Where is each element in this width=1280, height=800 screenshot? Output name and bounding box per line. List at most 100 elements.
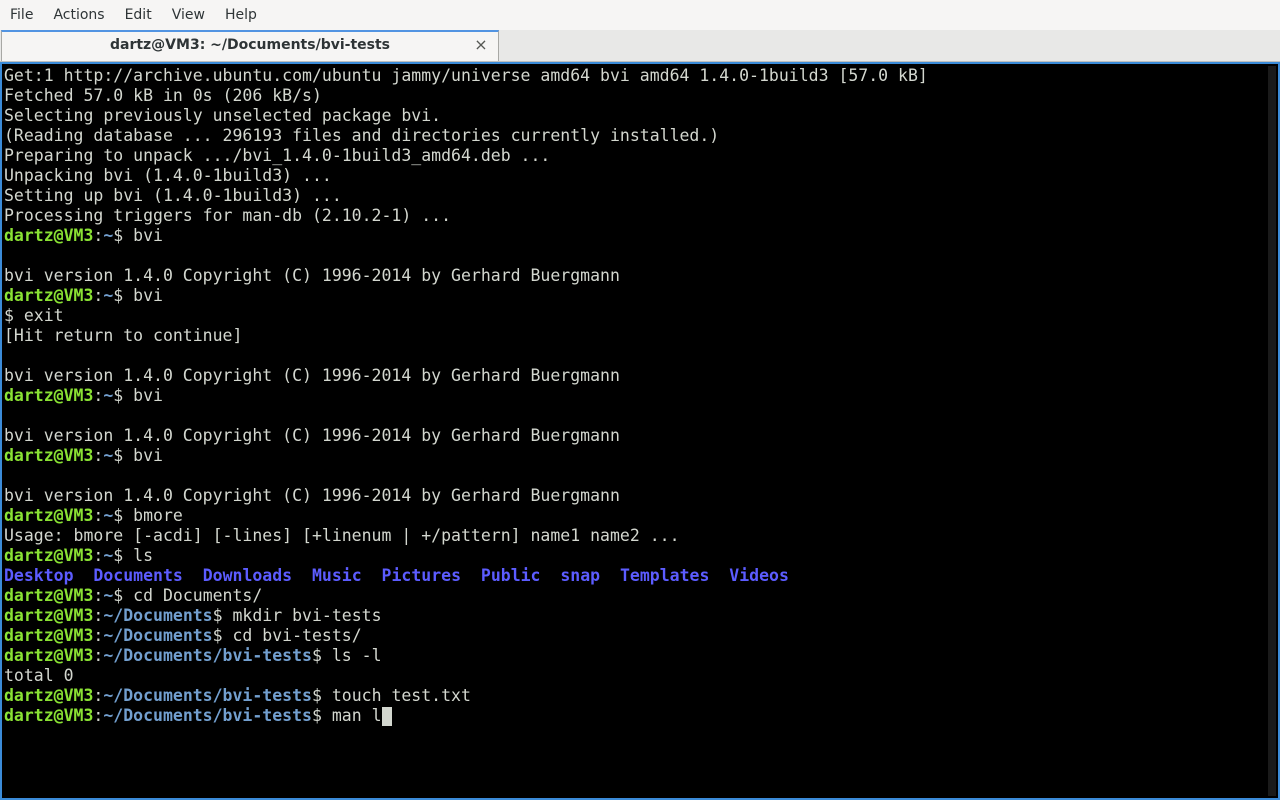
- prompt-separator: :: [93, 446, 104, 465]
- prompt-command: bvi: [123, 226, 163, 245]
- prompt-symbol: $: [311, 686, 322, 705]
- prompt-symbol: $: [212, 606, 223, 625]
- prompt-user: dartz@VM3: [4, 446, 94, 465]
- prompt-separator: :: [93, 686, 104, 705]
- prompt-separator: :: [93, 286, 104, 305]
- menu-edit[interactable]: Edit: [115, 0, 162, 30]
- terminal-output-line: [Hit return to continue]: [4, 326, 243, 345]
- prompt-path: ~/Documents: [103, 626, 213, 645]
- prompt-user: dartz@VM3: [4, 286, 94, 305]
- prompt-user: dartz@VM3: [4, 646, 94, 665]
- prompt-path: ~: [103, 446, 114, 465]
- terminal-prompt-line: dartz@VM3:~/Documents$ mkdir bvi-tests: [4, 606, 928, 626]
- terminal-prompt-line: dartz@VM3:~$ bvi: [4, 446, 928, 466]
- prompt-user: dartz@VM3: [4, 226, 94, 245]
- prompt-command: touch test.txt: [321, 686, 471, 705]
- prompt-command: cd Documents/: [123, 586, 263, 605]
- terminal-output-line: bvi version 1.4.0 Copyright (C) 1996-201…: [4, 486, 620, 505]
- prompt-command: cd bvi-tests/: [222, 626, 362, 645]
- text-cursor: [381, 707, 392, 726]
- directory-entry: Templates: [620, 566, 710, 585]
- prompt-symbol: $: [113, 286, 124, 305]
- prompt-command: ls: [123, 546, 154, 565]
- prompt-path: ~: [103, 546, 114, 565]
- ls-output-line: Desktop Documents Downloads Music Pictur…: [4, 566, 928, 586]
- directory-entry: snap: [560, 566, 601, 585]
- prompt-path: ~: [103, 226, 114, 245]
- terminal-output-line: Setting up bvi (1.4.0-1build3) ...: [4, 186, 342, 205]
- directory-entry: Public: [480, 566, 541, 585]
- menu-view[interactable]: View: [162, 0, 215, 30]
- terminal-tab[interactable]: dartz@VM3: ~/Documents/bvi-tests ×: [1, 30, 499, 61]
- menu-bar: File Actions Edit View Help: [0, 0, 1280, 30]
- terminal-prompt-line: dartz@VM3:~$ bvi: [4, 386, 928, 406]
- prompt-command: bvi: [123, 286, 163, 305]
- prompt-path: ~/Documents/bvi-tests: [103, 706, 312, 725]
- prompt-user: dartz@VM3: [4, 706, 94, 725]
- close-icon[interactable]: ×: [472, 36, 490, 54]
- terminal-prompt-line: dartz@VM3:~$ bvi: [4, 226, 928, 246]
- prompt-user: dartz@VM3: [4, 606, 94, 625]
- directory-entry: Pictures: [381, 566, 462, 585]
- prompt-path: ~: [103, 506, 114, 525]
- prompt-symbol: $: [311, 646, 322, 665]
- prompt-command: bvi: [123, 386, 163, 405]
- tab-title: dartz@VM3: ~/Documents/bvi-tests: [109, 37, 391, 53]
- terminal-output-line: $ exit: [4, 306, 64, 325]
- terminal-prompt-line: dartz@VM3:~$ cd Documents/: [4, 586, 928, 606]
- prompt-path: ~/Documents/bvi-tests: [103, 646, 312, 665]
- terminal-output-line: bvi version 1.4.0 Copyright (C) 1996-201…: [4, 366, 620, 385]
- terminal-output-line: Fetched 57.0 kB in 0s (206 kB/s): [4, 86, 322, 105]
- prompt-user: dartz@VM3: [4, 506, 94, 525]
- terminal-prompt-line: dartz@VM3:~/Documents$ cd bvi-tests/: [4, 626, 928, 646]
- prompt-path: ~/Documents: [103, 606, 213, 625]
- directory-entry: Videos: [729, 566, 789, 585]
- terminal-output-line: Preparing to unpack .../bvi_1.4.0-1build…: [4, 146, 551, 165]
- terminal-view[interactable]: Get:1 http://archive.ubuntu.com/ubuntu j…: [0, 62, 1280, 800]
- terminal-output-line: (Reading database ... 296193 files and d…: [4, 126, 720, 145]
- directory-entry: Music: [311, 566, 362, 585]
- prompt-symbol: $: [113, 506, 124, 525]
- tab-bar: dartz@VM3: ~/Documents/bvi-tests ×: [0, 30, 1280, 62]
- menu-help[interactable]: Help: [215, 0, 267, 30]
- prompt-command: ls -l: [321, 646, 382, 665]
- prompt-separator: :: [93, 386, 104, 405]
- prompt-separator: :: [93, 646, 104, 665]
- terminal-prompt-line: dartz@VM3:~$ bmore: [4, 506, 928, 526]
- prompt-symbol: $: [113, 586, 124, 605]
- prompt-separator: :: [93, 586, 104, 605]
- prompt-separator: :: [93, 506, 104, 525]
- prompt-path: ~: [103, 286, 114, 305]
- terminal-prompt-line: dartz@VM3:~$ bvi: [4, 286, 928, 306]
- prompt-symbol: $: [113, 546, 124, 565]
- prompt-separator: :: [93, 706, 104, 725]
- scrollbar[interactable]: [1268, 66, 1276, 796]
- directory-entry: Downloads: [202, 566, 293, 585]
- prompt-user: dartz@VM3: [4, 386, 94, 405]
- directory-entry: Documents: [93, 566, 183, 585]
- terminal-output: Get:1 http://archive.ubuntu.com/ubuntu j…: [4, 66, 928, 726]
- prompt-symbol: $: [113, 386, 124, 405]
- terminal-prompt-line: dartz@VM3:~$ ls: [4, 546, 928, 566]
- menu-actions[interactable]: Actions: [43, 0, 114, 30]
- menu-file[interactable]: File: [0, 0, 43, 30]
- prompt-symbol: $: [212, 626, 223, 645]
- prompt-separator: :: [93, 606, 104, 625]
- terminal-output-line: Unpacking bvi (1.4.0-1build3) ...: [4, 166, 332, 185]
- terminal-prompt-line: dartz@VM3:~/Documents/bvi-tests$ touch t…: [4, 686, 928, 706]
- terminal-prompt-line: dartz@VM3:~/Documents/bvi-tests$ man l: [4, 706, 928, 726]
- prompt-user: dartz@VM3: [4, 686, 94, 705]
- terminal-output-line: total 0: [4, 666, 74, 685]
- prompt-path: ~/Documents/bvi-tests: [103, 686, 312, 705]
- terminal-output-line: Usage: bmore [-acdi] [-lines] [+linenum …: [4, 526, 680, 545]
- prompt-command: man l: [321, 706, 382, 725]
- prompt-path: ~: [103, 586, 114, 605]
- prompt-command: bvi: [123, 446, 163, 465]
- prompt-symbol: $: [113, 446, 124, 465]
- prompt-command: mkdir bvi-tests: [222, 606, 382, 625]
- terminal-prompt-line: dartz@VM3:~/Documents/bvi-tests$ ls -l: [4, 646, 928, 666]
